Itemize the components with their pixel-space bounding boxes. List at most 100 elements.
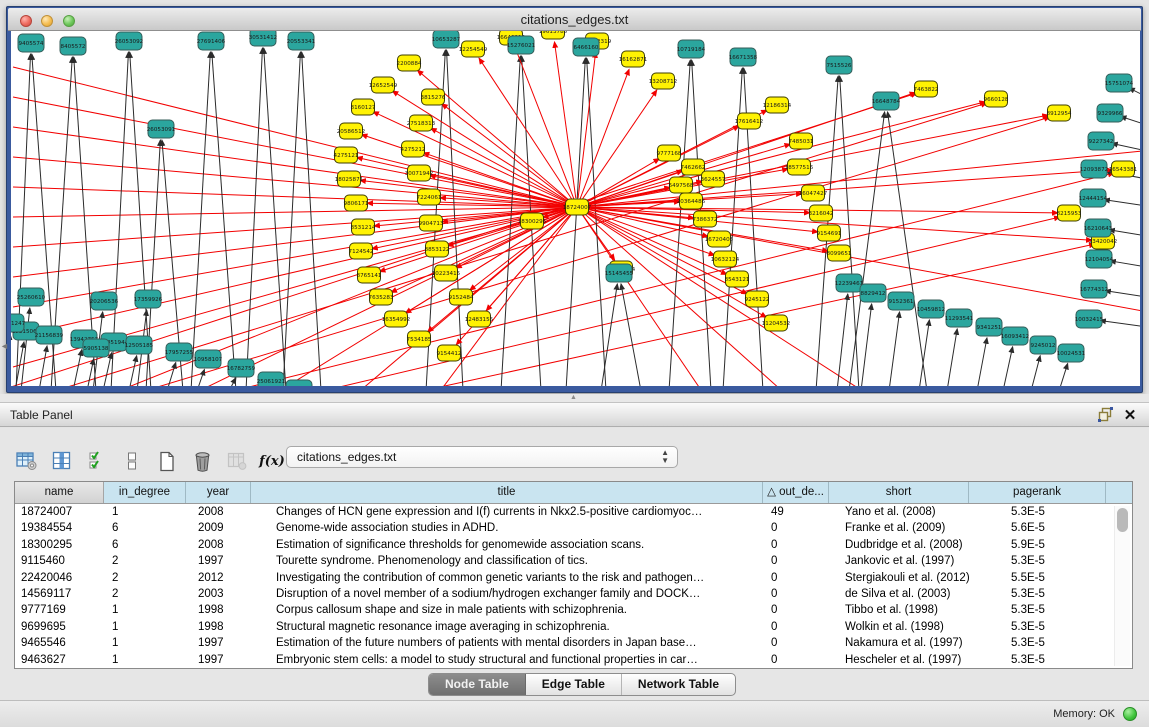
teal-node[interactable]: 9245012: [1030, 336, 1056, 354]
yellow-node[interactable]: 19613785: [539, 31, 568, 39]
teal-node[interactable]: 15276021: [507, 36, 536, 54]
tab-edge-table[interactable]: Edge Table: [526, 674, 622, 695]
yellow-node[interactable]: 2200884: [397, 55, 422, 71]
network-canvas[interactable]: 18724007 2200884 12652549 8160127 20586512 42…: [11, 31, 1140, 386]
teal-node[interactable]: 6466160: [573, 38, 599, 56]
teal-node[interactable]: 12104054: [1085, 250, 1114, 268]
table-row[interactable]: 946554611997Estimation of the future num…: [15, 635, 1132, 651]
yellow-node[interactable]: 9154412: [437, 345, 462, 361]
yellow-node[interactable]: 18724007: [563, 199, 592, 215]
table-row[interactable]: 1830029562008Estimation of significance …: [15, 537, 1132, 553]
merge-rows-button[interactable]: [119, 449, 145, 473]
yellow-node[interactable]: 18577516: [785, 159, 814, 175]
yellow-node[interactable]: 16720405: [705, 231, 734, 247]
yellow-node[interactable]: 30071942: [405, 165, 433, 181]
teal-node[interactable]: 8405572: [60, 37, 86, 55]
teal-node[interactable]: 16782759: [227, 359, 256, 377]
column-header-0[interactable]: name: [15, 482, 104, 503]
table-selector-dropdown[interactable]: citations_edges.txt ▲▼: [286, 446, 678, 468]
teal-node[interactable]: 9405574: [18, 34, 44, 52]
table-row[interactable]: 911546021997Tourette syndrome. Phenomeno…: [15, 553, 1132, 569]
yellow-node[interactable]: 9777168: [657, 145, 682, 161]
scrollbar-thumb[interactable]: [1117, 508, 1128, 532]
yellow-node[interactable]: 12652549: [369, 77, 398, 93]
yellow-node[interactable]: 7635283: [369, 289, 394, 305]
column-header-4[interactable]: △ out_de...: [763, 482, 829, 503]
row-selection-mode-button[interactable]: [84, 449, 110, 473]
teal-node[interactable]: 16093412: [1001, 327, 1029, 345]
function-builder-button[interactable]: f(x): [259, 449, 285, 473]
table-row[interactable]: 946362711997Embryonic stem cells: a mode…: [15, 652, 1132, 668]
teal-node[interactable]: 25061921: [257, 372, 286, 386]
teal-node[interactable]: 9152361: [888, 292, 914, 310]
yellow-node[interactable]: 7224061: [417, 189, 442, 205]
column-header-6[interactable]: pagerank: [969, 482, 1106, 503]
table-row[interactable]: 969969511998Structural magnetic resonanc…: [15, 619, 1132, 635]
table-row[interactable]: 1938455462009Genome-wide association stu…: [15, 520, 1132, 536]
yellow-node[interactable]: 12254549: [459, 41, 488, 57]
teal-node[interactable]: 7515526: [826, 56, 852, 74]
yellow-node[interactable]: 8531214: [351, 219, 376, 235]
teal-node[interactable]: 12093872: [1080, 160, 1108, 178]
float-panel-button[interactable]: [1097, 407, 1115, 424]
yellow-node[interactable]: 3216042: [809, 205, 834, 221]
new-column-button[interactable]: [154, 449, 180, 473]
teal-node[interactable]: 30531412: [249, 31, 277, 46]
teal-node[interactable]: 11293541: [945, 309, 974, 327]
yellow-node[interactable]: 18300295: [518, 213, 547, 229]
yellow-node[interactable]: 8160127: [351, 99, 376, 115]
teal-node[interactable]: 16210643: [1084, 219, 1113, 237]
yellow-node[interactable]: 9660128: [984, 91, 1009, 107]
teal-node[interactable]: 20206536: [90, 292, 119, 310]
teal-node[interactable]: 10719184: [677, 40, 706, 58]
teal-node[interactable]: 5905138: [83, 339, 109, 357]
table-vertical-scrollbar[interactable]: [1114, 506, 1130, 666]
import-table-button-disabled[interactable]: [224, 449, 250, 473]
yellow-node[interactable]: 4275121: [334, 147, 359, 163]
horizontal-splitter[interactable]: ▲: [0, 394, 1149, 402]
yellow-node[interactable]: 9806171: [344, 195, 369, 211]
teal-node[interactable]: 21156839: [35, 326, 64, 344]
teal-node[interactable]: 12239461: [835, 274, 864, 292]
yellow-node[interactable]: 12483155: [465, 311, 494, 327]
column-header-3[interactable]: title: [251, 482, 763, 503]
table-row[interactable]: 977716911998Corpus callosum shape and si…: [15, 602, 1132, 618]
tab-node-table[interactable]: Node Table: [429, 674, 526, 695]
teal-node[interactable]: 9341251: [976, 318, 1002, 336]
yellow-node[interactable]: 9904713: [419, 215, 444, 231]
yellow-node[interactable]: 7463822: [914, 81, 939, 97]
yellow-node[interactable]: 16047427: [799, 185, 828, 201]
teal-node[interactable]: 10032415: [1075, 310, 1104, 328]
teal-node[interactable]: 15751074: [1105, 74, 1134, 92]
teal-node[interactable]: 10024531: [1057, 344, 1086, 362]
teal-node[interactable]: 17957255: [165, 343, 194, 361]
teal-node[interactable]: 10653287: [432, 31, 461, 48]
table-row[interactable]: 1872400712008Changes of HCN gene express…: [15, 504, 1132, 520]
teal-node[interactable]: 16671358: [729, 48, 758, 66]
yellow-node[interactable]: 13208712: [649, 73, 677, 89]
yellow-node[interactable]: 4275212: [401, 141, 426, 157]
close-panel-button[interactable]: ✕: [1121, 407, 1139, 424]
teal-node[interactable]: 25260610: [17, 288, 46, 306]
yellow-node[interactable]: 10632124: [711, 251, 740, 267]
table-row[interactable]: 2242004622012Investigating the contribut…: [15, 570, 1132, 586]
yellow-node[interactable]: 3815276: [421, 89, 446, 105]
select-columns-button[interactable]: [49, 449, 75, 473]
yellow-node[interactable]: 20586512: [337, 123, 365, 139]
yellow-node[interactable]: 7462662: [681, 159, 706, 175]
yellow-node[interactable]: 9245122: [745, 291, 770, 307]
teal-node[interactable]: 16648784: [872, 92, 901, 110]
yellow-node[interactable]: 16354992: [382, 311, 410, 327]
yellow-node[interactable]: 8765141: [357, 267, 382, 283]
yellow-node[interactable]: 7386372: [693, 211, 718, 227]
yellow-node[interactable]: 3624557: [701, 171, 726, 187]
yellow-node[interactable]: 27518313: [407, 115, 436, 131]
teal-node[interactable]: 20553341: [287, 32, 316, 50]
yellow-node[interactable]: 9154691: [817, 225, 842, 241]
yellow-node[interactable]: 7534185: [407, 331, 432, 347]
teal-node[interactable]: 8829412: [860, 284, 886, 302]
network-window-titlebar[interactable]: citations_edges.txt: [8, 8, 1141, 31]
column-header-5[interactable]: short: [829, 482, 969, 503]
column-header-1[interactable]: in_degree: [104, 482, 186, 503]
yellow-node[interactable]: 8099651: [827, 245, 852, 261]
